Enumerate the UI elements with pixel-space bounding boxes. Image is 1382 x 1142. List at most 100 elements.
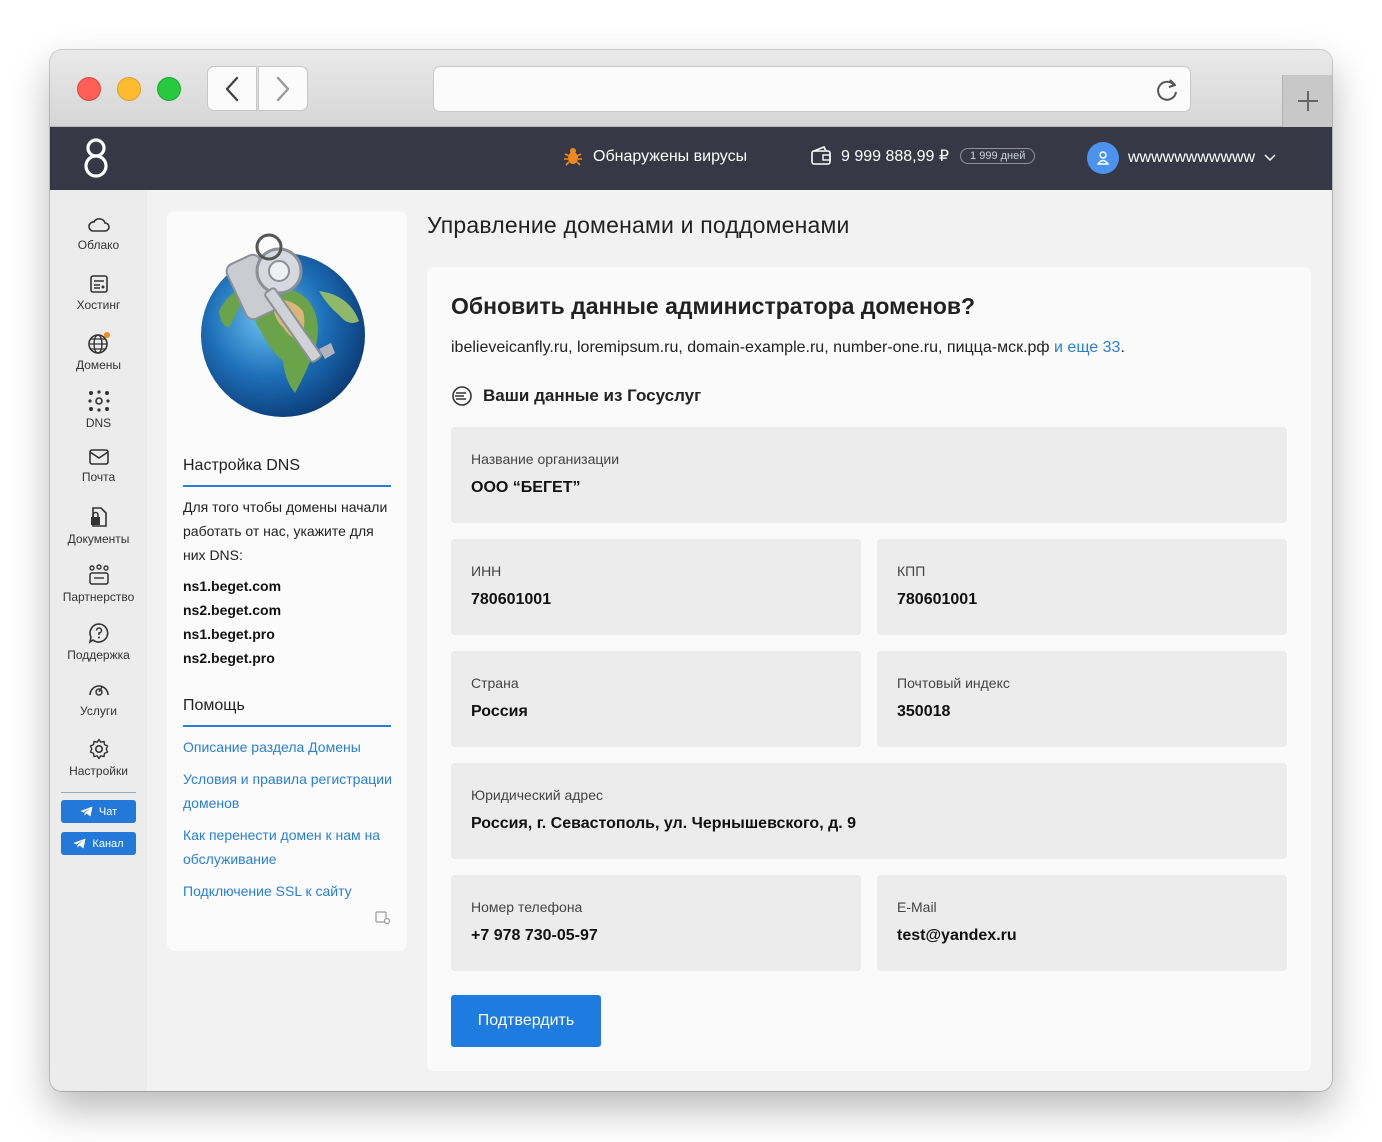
gosuslugi-icon <box>452 386 472 406</box>
field-organization: Название организации ООО “БЕГЕТ” <box>451 427 1287 523</box>
sidebar-item-services[interactable]: Услуги <box>50 680 147 718</box>
sidebar-item-domains[interactable]: Домены <box>50 332 147 372</box>
chevron-down-icon <box>1264 154 1276 162</box>
app-header: Обнаружены вирусы 9 999 888,99 ₽ 1 999 д… <box>50 127 1332 190</box>
sidebar-item-label: Настройки <box>69 764 128 778</box>
back-button[interactable] <box>207 66 257 111</box>
network-icon <box>87 390 110 412</box>
browser-toolbar <box>50 50 1332 127</box>
sidebar: Облако Хостинг Домены DNS Почта Документ… <box>50 190 147 1091</box>
field-value: Россия <box>471 703 528 720</box>
page-title: Управление доменами и поддоменами <box>427 212 850 238</box>
support-chat-icon <box>88 623 108 644</box>
field-label: Страна <box>471 675 519 691</box>
panel-settings-icon[interactable] <box>375 911 391 925</box>
field-label: Юридический адрес <box>471 787 604 803</box>
beget-logo[interactable] <box>82 136 110 185</box>
field-label: Почтовый индекс <box>897 675 1010 691</box>
chat-button[interactable]: Чат <box>61 800 136 823</box>
dns-heading: Настройка DNS <box>183 457 300 474</box>
help-link-registration-rules[interactable]: Условия и правила регистрации доменов <box>183 767 393 815</box>
help-heading: Помощь <box>183 697 245 714</box>
chat-button-label: Чат <box>98 805 118 818</box>
confirm-button[interactable]: Подтвердить <box>451 995 601 1047</box>
sidebar-item-label: Поддержка <box>67 648 130 662</box>
field-label: Название организации <box>471 451 620 467</box>
forward-button[interactable] <box>258 66 308 111</box>
browser-window: Обнаружены вирусы 9 999 888,99 ₽ 1 999 д… <box>50 50 1332 1091</box>
update-admin-card: Обновить данные администратора доменов? … <box>427 267 1311 1071</box>
balance[interactable]: 9 999 888,99 ₽ 1 999 дней <box>810 146 1036 166</box>
field-value: 350018 <box>897 703 951 720</box>
days-left-badge: 1 999 дней <box>960 148 1036 164</box>
help-link-transfer-domain[interactable]: Как перенести домен к нам на обслуживани… <box>183 823 393 871</box>
sidebar-item-label: Хостинг <box>76 298 121 312</box>
field-postal-code: Почтовый индекс 350018 <box>877 651 1287 747</box>
sidebar-item-label: Почта <box>81 470 116 484</box>
sidebar-item-hosting[interactable]: Хостинг <box>50 274 147 312</box>
field-value: ООО “БЕГЕТ” <box>471 479 581 496</box>
more-domains-link[interactable]: и еще 33 <box>1054 339 1120 356</box>
field-legal-address: Юридический адрес Россия, г. Севастополь… <box>451 763 1287 859</box>
field-country: Страна Россия <box>451 651 861 747</box>
address-bar[interactable] <box>433 66 1191 112</box>
close-window-button[interactable] <box>77 77 101 101</box>
globe-with-keys-illustration <box>201 233 365 417</box>
sidebar-item-settings[interactable]: Настройки <box>50 738 147 778</box>
help-heading-underline <box>183 725 391 727</box>
username: wwwwwwwwwww <box>1128 149 1256 166</box>
mail-icon <box>88 449 109 465</box>
field-phone: Номер телефона +7 978 730-05-97 <box>451 875 861 971</box>
dns-heading-underline <box>183 485 391 487</box>
domains-period: . <box>1120 339 1125 356</box>
info-panel: Настройка DNS Для того чтобы домены нача… <box>167 211 407 951</box>
services-icon <box>88 685 109 696</box>
sidebar-item-label: Облако <box>77 238 120 252</box>
document-lock-icon <box>90 507 107 527</box>
new-tab-button[interactable] <box>1282 75 1332 127</box>
help-link-domains-section[interactable]: Описание раздела Домены <box>183 735 393 759</box>
sidebar-item-label: Домены <box>75 358 122 372</box>
domains-list: ibelieveicanfly.ru, loremipsum.ru, domai… <box>451 339 1125 357</box>
avatar <box>1087 142 1119 174</box>
virus-alert[interactable]: Обнаружены вирусы <box>562 146 747 168</box>
sidebar-divider <box>61 792 136 793</box>
field-value: Россия, г. Севастополь, ул. Чернышевског… <box>471 815 857 832</box>
field-kpp: КПП 780601001 <box>877 539 1287 635</box>
telegram-icon <box>73 838 86 849</box>
virus-alert-text: Обнаружены вирусы <box>593 148 748 165</box>
sidebar-item-mail[interactable]: Почта <box>50 448 147 484</box>
sidebar-item-documents[interactable]: Документы <box>50 506 147 546</box>
field-label: КПП <box>897 563 926 579</box>
sidebar-item-label: Услуги <box>80 704 117 718</box>
field-value: test@yandex.ru <box>897 927 1017 944</box>
ns-record: ns2.beget.pro <box>183 650 275 666</box>
help-link-ssl[interactable]: Подключение SSL к сайту <box>183 879 393 903</box>
sidebar-item-label: Документы <box>67 532 130 546</box>
wallet-icon <box>811 146 831 165</box>
user-icon <box>1097 151 1109 165</box>
telegram-icon <box>80 806 93 817</box>
partners-icon <box>88 564 109 585</box>
balance-amount: 9 999 888,99 ₽ <box>841 148 950 165</box>
field-inn: ИНН 780601001 <box>451 539 861 635</box>
ns-record: ns1.beget.com <box>183 578 282 594</box>
chevron-right-icon <box>276 76 290 101</box>
sidebar-item-dns[interactable]: DNS <box>50 390 147 430</box>
user-menu[interactable]: wwwwwwwwwww <box>1087 142 1276 174</box>
minimize-window-button[interactable] <box>117 77 141 101</box>
reload-icon[interactable] <box>1154 77 1180 103</box>
sidebar-item-cloud[interactable]: Облако <box>50 216 147 252</box>
sidebar-item-partnership[interactable]: Партнерство <box>50 564 147 604</box>
channel-button-label: Канал <box>92 837 124 850</box>
sidebar-item-support[interactable]: Поддержка <box>50 622 147 662</box>
domains-text: ibelieveicanfly.ru, loremipsum.ru, domai… <box>451 339 1050 356</box>
bug-icon <box>564 148 582 166</box>
maximize-window-button[interactable] <box>157 77 181 101</box>
chevron-left-icon <box>225 76 239 101</box>
card-title: Обновить данные администратора доменов? <box>451 293 976 319</box>
channel-button[interactable]: Канал <box>61 832 136 855</box>
field-label: ИНН <box>471 563 502 579</box>
field-value: +7 978 730-05-97 <box>471 927 598 944</box>
field-label: Номер телефона <box>471 899 583 915</box>
